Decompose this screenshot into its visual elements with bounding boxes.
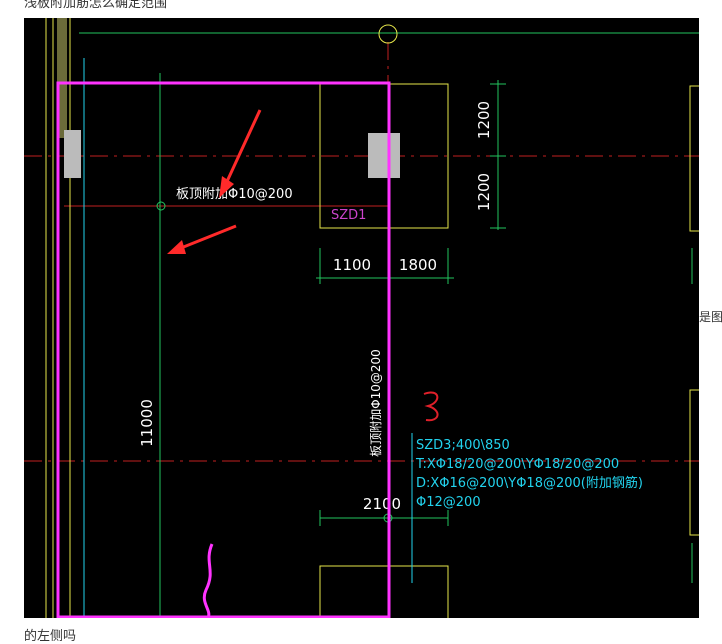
dim-h-right: 1800 [399, 256, 437, 274]
handwritten-mark [423, 391, 439, 422]
note-line-2: T:XΦ18/20@200\YΦ18/20@200 [415, 457, 619, 472]
cad-drawing: 1200 1200 1100 1800 2100 11000 板顶附加Φ10@2… [24, 18, 699, 618]
dim-h-left: 1100 [333, 256, 371, 274]
bottom-caption: 的左侧吗 [24, 629, 77, 644]
arrow-annotation-2 [175, 224, 237, 252]
dim-v-bottom: 1200 [475, 173, 493, 211]
note-line-1: SZD3;400\850 [416, 438, 510, 453]
column-outline-bottom [319, 565, 449, 618]
column-right-edge [689, 85, 699, 232]
side-caption: 是图 [699, 310, 722, 324]
dim-long-vertical: 11000 [138, 399, 156, 447]
note-line-3: D:XΦ16@200\YΦ18@200(附加钢筋) [416, 475, 643, 491]
column-core-top [368, 133, 400, 178]
slab-tag: SZD1 [331, 208, 366, 223]
arrow-head-2 [167, 240, 186, 254]
highlight-region [56, 81, 391, 618]
dim-v-top: 1200 [475, 101, 493, 139]
freehand-stroke [202, 543, 214, 618]
note-line-4: Φ12@200 [416, 495, 481, 510]
arrow-annotation-1 [222, 109, 262, 189]
wall-stub-left [64, 130, 81, 178]
axis-bubble [378, 24, 398, 44]
column-right-edge-2 [689, 389, 699, 536]
dim-h-lower: 2100 [363, 495, 401, 513]
top-caption: 浅板附加筋怎么确定范围 [24, 0, 168, 11]
rebar-label-top: 板顶附加Φ10@200 [176, 187, 293, 202]
rebar-label-vertical: 板顶附加Φ10@200 [369, 349, 383, 457]
